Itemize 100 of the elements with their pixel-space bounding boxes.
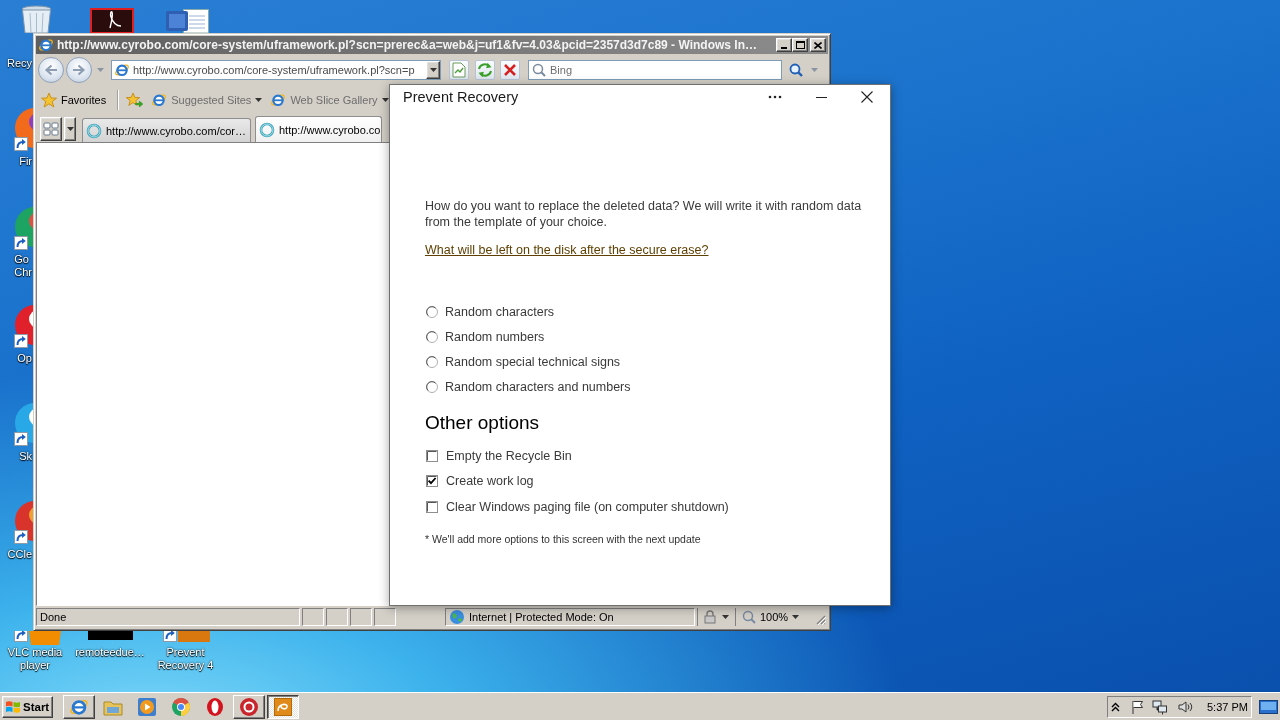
magnifier-icon <box>742 610 756 624</box>
radio-button[interactable] <box>426 380 438 393</box>
icon-label: remoteedue… <box>74 646 146 659</box>
document-icon[interactable] <box>165 8 210 33</box>
icon-label: Go Chr <box>14 253 32 279</box>
checkbox[interactable] <box>426 449 438 462</box>
caret-down-icon <box>810 68 818 72</box>
radio-button[interactable] <box>426 355 438 368</box>
caret-down-icon <box>792 615 800 619</box>
more-dots-icon <box>768 95 782 99</box>
status-panel <box>350 608 372 626</box>
minimize-icon <box>815 96 827 98</box>
quick-tabs-button[interactable] <box>40 117 62 141</box>
loading-ring-icon <box>259 121 275 138</box>
browser-tab[interactable]: http://www.cyrobo.com/cor… <box>82 118 251 142</box>
forward-button[interactable] <box>66 57 92 83</box>
caret-down-icon <box>429 68 437 72</box>
icon-label: VLC media player <box>6 646 64 672</box>
browser-logo-icon <box>38 37 54 53</box>
option-label: Empty the Recycle Bin <box>446 448 572 463</box>
caret-down-icon <box>96 68 104 72</box>
app-shortcut-icon[interactable] <box>163 631 211 643</box>
option-label: Random characters and numbers <box>445 379 631 394</box>
status-panel <box>374 608 396 626</box>
loading-ring-icon <box>86 122 102 139</box>
round-logo-icon <box>171 696 191 717</box>
clock-text[interactable]: 5:37 PM <box>1207 700 1248 713</box>
icon-label: Recy <box>6 57 32 70</box>
lock-icon <box>704 610 716 624</box>
search-icon <box>789 63 803 77</box>
option-label: Random numbers <box>445 329 545 344</box>
section-heading: Other options <box>425 411 541 435</box>
speaker-icon[interactable] <box>1177 698 1193 715</box>
close-icon <box>861 91 873 103</box>
start-button[interactable]: Start <box>2 695 53 718</box>
help-link[interactable]: What will be left on the disk after the secure erase? <box>425 243 709 257</box>
browser-tab[interactable]: http://www.cyrobo.co <box>255 116 382 142</box>
favorites-link[interactable]: Suggested Sites <box>150 89 264 111</box>
caret-down-icon <box>722 615 729 619</box>
window-title: http://www.cyrobo.com/core-system/uframework.pl?scn=prerec&a=web&j=uf1&fv=4.03&pcid=2357d3d7c89 - Windows In… <box>57 38 758 52</box>
arrow-right-icon <box>72 64 86 76</box>
caret-down-icon <box>381 98 389 102</box>
option-label: Random characters <box>445 304 555 319</box>
ring-icon <box>205 696 225 717</box>
icon-label: Prevent Recovery 4 <box>156 646 215 672</box>
intro-text: How do you want to replace the deleted data? We will write it with random data from the template of your choice. <box>425 198 863 230</box>
grid-icon <box>43 122 59 136</box>
option-label: Clear Windows paging file (on computer shutdown) <box>446 499 729 514</box>
browser-logo-icon <box>151 92 168 108</box>
maximize-icon <box>795 41 805 49</box>
browser-logo-icon <box>270 92 287 108</box>
search-button[interactable] <box>787 61 805 79</box>
radio-button[interactable] <box>426 305 438 318</box>
icon-label: Sk <box>19 450 32 463</box>
start-logo-icon <box>5 698 21 715</box>
refresh-icon <box>476 61 494 79</box>
chevron-up-icon <box>1111 701 1120 712</box>
swirl-tile-icon <box>273 696 293 717</box>
back-button[interactable] <box>38 57 64 83</box>
tab-list-button[interactable] <box>64 117 76 141</box>
status-text: Done <box>36 608 300 626</box>
stop-icon <box>503 63 517 77</box>
caret-down-icon <box>66 127 74 131</box>
zone-text: Internet | Protected Mode: On <box>469 611 614 623</box>
search-field[interactable]: Bing <box>528 60 782 80</box>
stop-button[interactable] <box>500 60 520 80</box>
favorites-button[interactable]: Favorites <box>40 89 110 111</box>
favorites-link[interactable]: Web Slice Gallery <box>269 89 390 111</box>
checkbox[interactable] <box>426 500 438 513</box>
dialog-title: Prevent Recovery <box>403 89 520 105</box>
show-hidden-icons-button[interactable] <box>1111 700 1120 713</box>
search-icon <box>532 63 546 77</box>
address-dropdown-button[interactable] <box>426 61 440 79</box>
browser-logo-icon <box>114 62 130 78</box>
zoom-button[interactable]: 100% <box>735 608 800 626</box>
address-field[interactable]: http://www.cyrobo.com/core-system/uframework.pl?scn=p <box>111 60 441 80</box>
footnote-text: * We'll add more options to this screen with the next update <box>425 531 702 546</box>
pdf-file-icon[interactable] <box>90 8 134 33</box>
status-panel <box>302 608 324 626</box>
icon-label: Op <box>17 352 32 365</box>
page-icon <box>450 61 468 79</box>
status-panel <box>326 608 348 626</box>
globe-icon <box>449 609 465 625</box>
compatibility-button[interactable] <box>449 60 469 80</box>
caret-down-icon <box>255 98 263 102</box>
resize-grip-icon[interactable] <box>814 613 826 625</box>
play-icon <box>137 696 157 717</box>
icon-label: CCle <box>7 548 32 561</box>
network-icon[interactable] <box>1152 698 1168 715</box>
monitor-icon <box>1259 699 1278 714</box>
arrow-left-icon <box>44 64 58 76</box>
radio-button[interactable] <box>426 330 438 343</box>
refresh-button[interactable] <box>475 60 495 80</box>
flag-icon[interactable] <box>1130 698 1146 715</box>
checkbox[interactable] <box>426 475 438 488</box>
taskbar-button[interactable] <box>267 694 299 719</box>
option-label: Create work log <box>446 474 534 489</box>
show-desktop-button[interactable] <box>1259 699 1278 714</box>
option-label: Random special technical signs <box>445 354 621 369</box>
app-shortcut-icon[interactable] <box>14 631 62 646</box>
